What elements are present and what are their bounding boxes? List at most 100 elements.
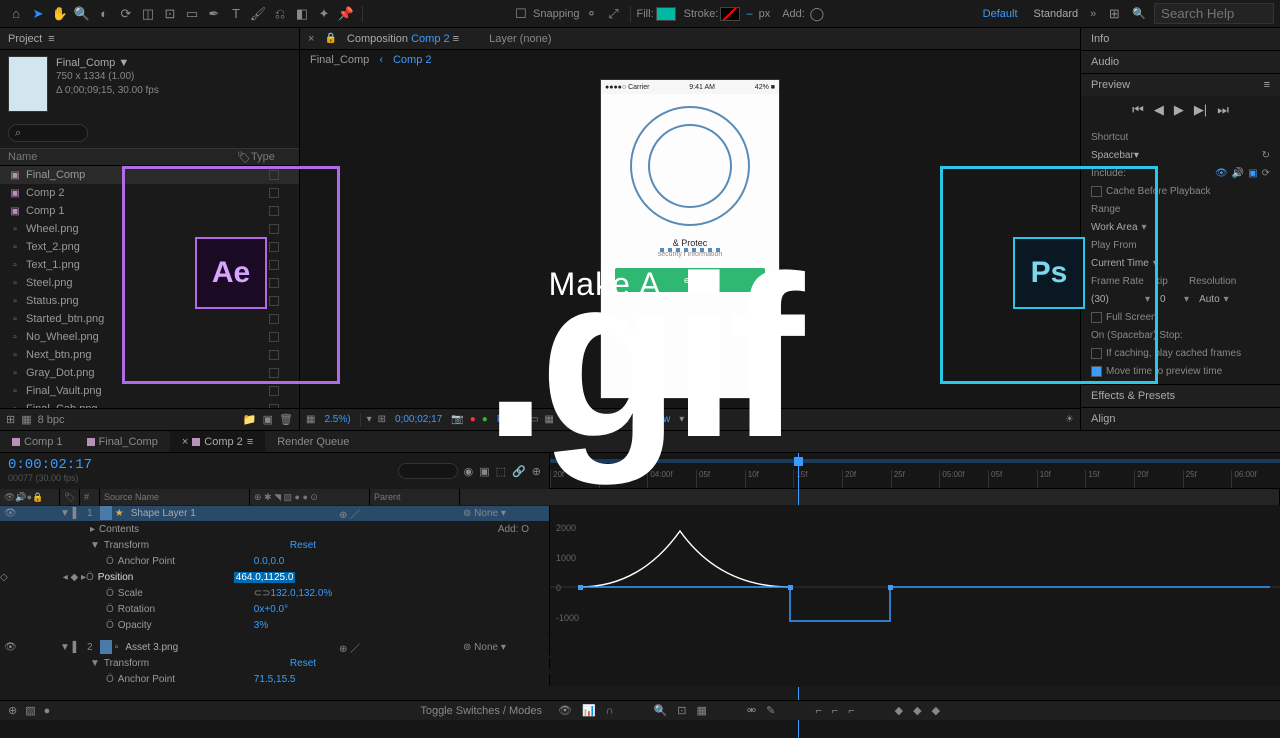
viewer-time[interactable]: 0;00;02;17 [392,414,445,425]
eraser-tool-icon[interactable]: ◧ [292,4,312,24]
ge-ease3-icon[interactable]: ⌐ [848,705,854,717]
comp-thumbnail[interactable] [8,56,48,112]
play-icon[interactable]: ▶ [1174,102,1184,118]
comp-tab-label[interactable]: Composition Comp 2 ≡ [347,33,459,45]
loop-icon[interactable]: ⟳ [1262,168,1270,179]
shortcut-dropdown[interactable]: Spacebar ▾ [1091,150,1139,161]
project-search[interactable]: ⌕ [8,124,88,142]
transparency-icon[interactable]: ▦ [544,414,553,425]
timeline-tab-render[interactable]: Render Queue [265,431,361,452]
last-frame-icon[interactable]: ⏭ [1217,102,1229,118]
snap-opt2-icon[interactable]: ⤢ [604,4,624,24]
clone-tool-icon[interactable]: ⎌ [270,4,290,24]
prev-frame-icon[interactable]: ◀ [1154,102,1164,118]
lock-icon[interactable]: 🔒 [324,33,336,44]
ge-eye-icon[interactable]: 👁 [558,704,572,717]
resolution-menu[interactable]: Full [494,414,516,425]
snap-checkbox[interactable]: ☐ [511,4,531,24]
timecode-display[interactable]: 0:00:02:17 00077 (30.00 fps) [0,453,100,489]
first-frame-icon[interactable]: ⏮ [1132,102,1144,118]
stroke-width[interactable]: – [742,8,756,20]
ge-edit-icon[interactable]: ✎ [766,704,775,717]
layer-search[interactable] [398,463,458,479]
brush-tool-icon[interactable]: 🖌 [248,4,268,24]
source-col[interactable]: Source Name [100,489,250,505]
bpc-label[interactable]: 8 bpc [38,414,65,426]
snapshot-icon[interactable]: 📷 [451,414,463,425]
next-frame-icon[interactable]: ▶| [1194,102,1207,118]
render-icon[interactable]: ▦ [21,413,31,426]
orbit-tool-icon[interactable]: ◐ [94,4,114,24]
col-type[interactable]: Type [251,151,291,163]
panel-menu-icon[interactable]: ≡ [1264,79,1270,91]
pen-tool-icon[interactable]: ✒ [204,4,224,24]
col-tag-icon[interactable]: 🏷 [237,151,251,164]
zoom-level[interactable]: 2.5%) [321,414,353,425]
zoom-tool-icon[interactable]: 🔍 [72,4,92,24]
camera-menu[interactable]: Active Camera [560,414,632,425]
ge-snap-icon[interactable]: ∩ [606,705,614,717]
breadcrumb-active[interactable]: Comp 2 [393,54,432,66]
tl-tool1-icon[interactable]: ◉ [464,465,474,478]
camera-tool-icon[interactable]: ◫ [138,4,158,24]
include-video-icon[interactable]: 👁 [1215,168,1228,179]
panel-menu-icon[interactable]: ≡ [48,33,54,45]
type-tool-icon[interactable]: T [226,4,246,24]
hand-tool-icon[interactable]: ✋ [50,4,70,24]
roto-tool-icon[interactable]: ✦ [314,4,334,24]
project-panel-header[interactable]: Project ≡ [0,28,299,50]
toggle-switches[interactable]: Toggle Switches / Modes [420,705,542,717]
tl-tool2-icon[interactable]: ▣ [479,465,489,478]
timeline-ruler[interactable]: 20f25f04:00f05f10f15f20f25f05:00f05f10f1… [550,453,1280,489]
timeline-tab-comp1[interactable]: Comp 1 [0,431,75,452]
stroke-swatch[interactable] [720,7,740,21]
ge-key3-icon[interactable]: ◆ [932,704,940,717]
audio-panel-header[interactable]: Audio [1081,51,1280,73]
tl-tool3-icon[interactable]: ⬚ [496,465,506,478]
ge-ease1-icon[interactable]: ⌐ [815,705,821,717]
interpret-icon[interactable]: ⊞ [6,413,15,426]
home-tool-icon[interactable]: ⌂ [6,4,26,24]
align-panel-header[interactable]: Align [1081,408,1280,430]
exposure-icon[interactable]: ☀ [1065,414,1074,425]
tl-tool4-icon[interactable]: 🔗 [512,465,526,478]
channel-icon[interactable]: ● [470,414,476,425]
new-folder-icon[interactable]: 📁 [243,413,257,426]
ge-fit-icon[interactable]: ⊡ [677,704,686,717]
col-name[interactable]: Name [8,151,237,163]
timeline-tab-comp2[interactable]: ×Comp 2 ≡ [170,431,265,452]
reset-icon[interactable]: ↻ [1262,150,1270,161]
workspace-default[interactable]: Default [979,8,1022,20]
preview-panel-header[interactable]: Preview≡ [1081,74,1280,96]
ge-ease2-icon[interactable]: ⌐ [832,705,838,717]
ge-key1-icon[interactable]: ◆ [895,704,903,717]
selection-tool-icon[interactable]: ➤ [28,4,48,24]
timeline-tab-final[interactable]: Final_Comp [75,431,170,452]
tl-tool5-icon[interactable]: ⊕ [532,465,541,478]
res-down-icon[interactable]: ▾ [367,414,372,425]
shy-icon[interactable]: ⊕ [8,704,17,717]
motion-blur-icon[interactable]: ● [44,705,51,717]
ge-auto-icon[interactable]: ▦ [697,704,707,717]
workspace-standard[interactable]: Standard [1030,8,1083,20]
snap-opt-icon[interactable]: ⚬ [582,4,602,24]
channel2-icon[interactable]: ● [482,414,488,425]
puppet-tool-icon[interactable]: 📌 [336,4,356,24]
include-audio-icon[interactable]: 🔊 [1232,168,1244,179]
skip-value[interactable]: 0 [1160,294,1180,305]
effects-panel-header[interactable]: Effects & Presets [1081,385,1280,407]
workspace-switch-icon[interactable]: ⊞ [1104,4,1124,24]
ge-graph-icon[interactable]: 📊 [582,704,596,717]
breadcrumb-item[interactable]: Final_Comp [310,54,369,66]
viewer-menu-icon[interactable]: ▦ [306,414,315,425]
info-panel-header[interactable]: Info [1081,28,1280,50]
layer-tab[interactable]: Layer (none) [489,33,551,45]
ge-sep-icon[interactable]: ⚮ [747,704,756,717]
search-help-input[interactable] [1154,3,1274,24]
project-item[interactable]: ▫Final_Vault.png [0,382,299,400]
region-icon[interactable]: ▭ [529,414,538,425]
parent-col[interactable]: Parent [370,489,460,505]
grid-icon[interactable]: ⊞ [378,414,386,425]
graph-editor[interactable]: 200010000-1000 [550,521,1280,639]
add-mode-icon[interactable]: ◯ [807,4,827,24]
